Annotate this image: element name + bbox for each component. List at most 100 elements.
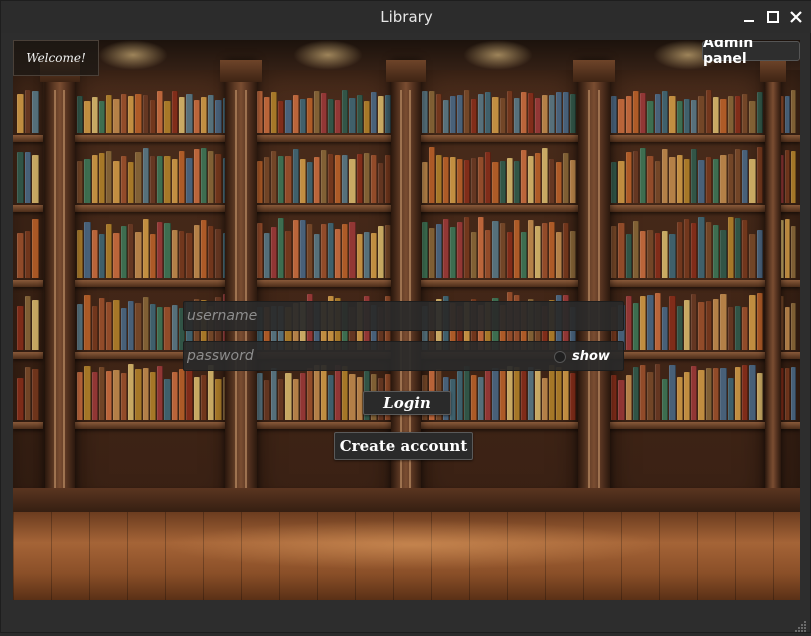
close-icon[interactable]: [788, 9, 804, 25]
book-spine: [727, 96, 734, 133]
book-spine: [178, 231, 186, 278]
pillar: [220, 60, 262, 530]
book-spine: [734, 367, 742, 420]
book-spine: [443, 157, 450, 203]
minimize-icon[interactable]: [741, 9, 757, 25]
book-spine: [98, 153, 106, 203]
book-spine: [669, 296, 676, 350]
book-spine: [720, 230, 727, 278]
book-row: [422, 147, 577, 203]
book-spine: [485, 230, 492, 278]
book-spine: [705, 222, 712, 278]
username-field[interactable]: [183, 301, 624, 331]
book-spine: [208, 151, 215, 203]
book-spine: [113, 161, 120, 203]
book-spine: [363, 153, 370, 203]
book-spine: [349, 159, 356, 203]
book-spine: [164, 223, 171, 278]
maximize-icon[interactable]: [765, 9, 781, 25]
book-spine: [91, 97, 98, 133]
book-spine: [676, 306, 683, 350]
password-field[interactable]: show: [183, 341, 624, 371]
book-spine: [313, 91, 320, 133]
book-spine: [356, 234, 363, 278]
book-spine: [513, 98, 520, 133]
book-spine: [17, 152, 24, 203]
book-spine: [142, 219, 149, 278]
book-spine: [77, 372, 84, 420]
title-bar[interactable]: Library: [1, 1, 811, 33]
book-spine: [91, 230, 98, 278]
book-spine: [106, 224, 113, 278]
book-spine: [669, 234, 676, 278]
create-account-button[interactable]: Create account: [334, 432, 473, 460]
book-spine: [84, 295, 91, 350]
book-spine: [742, 150, 749, 203]
book-spine: [492, 97, 499, 133]
book-row: [422, 217, 577, 278]
resize-grip-icon[interactable]: [795, 617, 807, 632]
book-spine: [106, 95, 113, 133]
book-spine: [208, 95, 215, 133]
book-spine: [506, 158, 513, 203]
book-spine: [113, 99, 120, 133]
book-spine: [457, 222, 464, 278]
book-spine: [292, 149, 299, 203]
book-spine: [471, 158, 478, 203]
book-spine: [669, 157, 676, 203]
book-spine: [127, 224, 135, 278]
book-spine: [506, 366, 513, 420]
book-spine: [215, 229, 222, 278]
admin-panel-button[interactable]: Admin panel: [702, 40, 800, 67]
book-spine: [257, 373, 264, 420]
login-button[interactable]: Login: [363, 391, 451, 415]
book-row: [779, 292, 796, 350]
book-spine: [292, 95, 299, 133]
shelf-plank: [73, 205, 233, 212]
username-input[interactable]: [184, 302, 623, 330]
book-spine: [785, 150, 790, 203]
book-spine: [32, 219, 40, 278]
book-spine: [785, 368, 790, 420]
book-spine: [32, 300, 40, 350]
book-spine: [712, 159, 720, 203]
book-spine: [113, 370, 120, 420]
book-spine: [98, 367, 106, 420]
book-spine: [200, 97, 208, 133]
book-spine: [98, 298, 106, 350]
password-input[interactable]: [184, 342, 544, 370]
book-spine: [84, 101, 91, 133]
book-row: [779, 364, 796, 420]
book-spine: [485, 92, 492, 133]
book-spine: [541, 148, 548, 203]
show-password-radio[interactable]: [554, 350, 566, 363]
book-spine: [720, 294, 727, 350]
book-spine: [127, 162, 135, 203]
shelf-plank: [13, 205, 43, 212]
shelf-plank: [418, 422, 580, 429]
book-spine: [127, 364, 135, 420]
book-spine: [84, 159, 91, 203]
book-spine: [377, 96, 384, 133]
book-spine: [791, 226, 796, 278]
book-row: [611, 364, 763, 420]
book-spine: [632, 303, 640, 350]
book-spine: [676, 101, 683, 133]
book-spine: [32, 369, 40, 420]
book-spine: [749, 234, 756, 278]
book-spine: [292, 379, 299, 420]
book-spine: [171, 305, 178, 350]
book-spine: [320, 150, 328, 203]
book-row: [779, 147, 796, 203]
book-spine: [178, 369, 186, 420]
shelf-plank: [13, 352, 43, 359]
book-spine: [569, 373, 577, 420]
book-row: [611, 90, 763, 133]
book-spine: [569, 231, 577, 278]
show-password-toggle[interactable]: show: [554, 349, 610, 364]
book-spine: [193, 149, 200, 203]
book-spine: [618, 223, 625, 278]
book-spine: [164, 101, 171, 133]
book-spine: [171, 372, 178, 420]
book-spine: [705, 301, 712, 350]
